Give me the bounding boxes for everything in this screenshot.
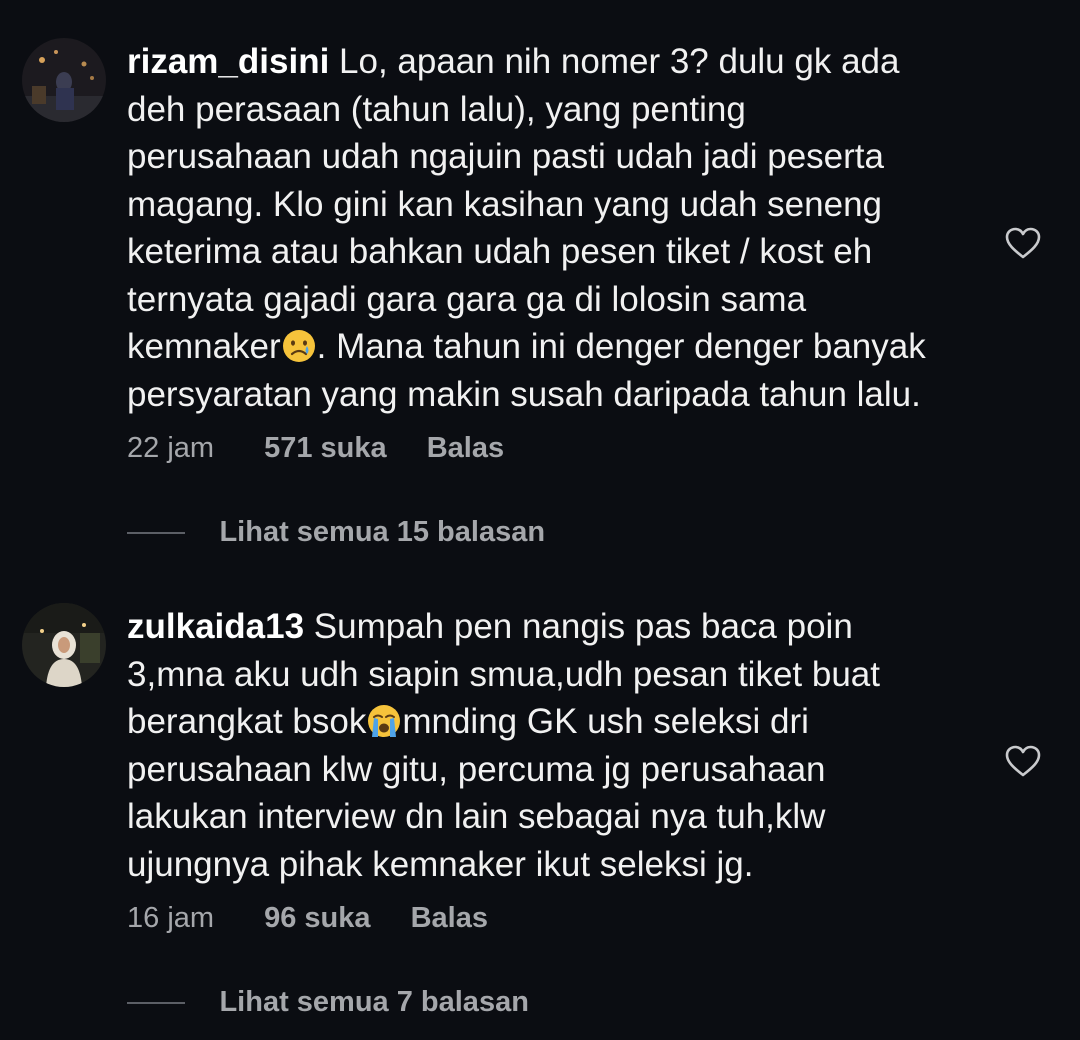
view-replies-button[interactable]: Lihat semua 7 balasan [127, 986, 529, 1026]
divider-line [127, 1001, 185, 1004]
divider-line [127, 531, 185, 534]
view-replies-button[interactable]: Lihat semua 15 balasan [127, 516, 545, 556]
username[interactable]: zulkaida13 [127, 607, 304, 646]
comment-text: ujungnya pihak kemnaker ikut seleksi jg. [127, 844, 754, 884]
comment-text: . Mana tahun ini denger denger banyak [316, 327, 926, 366]
likes-count[interactable]: 96 suka [264, 902, 370, 935]
view-replies-label: Lihat semua 15 balasan [219, 516, 546, 548]
comment-text: mnding GK ush seleksi dri [402, 702, 809, 741]
like-heart-icon[interactable] [1004, 226, 1042, 260]
comment-meta: 22 jam 571 suka Balas [127, 432, 504, 465]
comment-text: perusahaan klw gitu, percuma jg perusaha… [127, 749, 826, 789]
likes-count[interactable]: 571 suka [264, 432, 387, 465]
comment-text: Sumpah pen nangis pas baca poin [313, 607, 853, 646]
timestamp: 16 jam [127, 902, 215, 934]
reply-button[interactable]: Balas [427, 432, 504, 465]
comment-body: zulkaida13 Sumpah pen nangis pas baca po… [127, 603, 987, 888]
avatar[interactable] [22, 603, 106, 687]
avatar[interactable] [22, 38, 106, 122]
like-heart-icon[interactable] [1004, 744, 1042, 778]
reply-button[interactable]: Balas [411, 902, 488, 935]
comment-text: Lo, apaan nih nomer 3? dulu gk ada [339, 42, 900, 81]
comment-text: kemnaker [127, 327, 281, 366]
timestamp: 22 jam [127, 432, 215, 464]
username[interactable]: rizam_disini [127, 42, 329, 81]
comment-text: keterima atau bahkan udah pesen tiket / … [127, 232, 873, 271]
comment-body: rizam_disini Lo, apaan nih nomer 3? dulu… [127, 38, 987, 418]
comment-text: ternyata gajadi gara gara ga di lolosin … [127, 279, 807, 319]
comment-text: lakukan interview dn lain sebagai nya tu… [127, 797, 826, 836]
comment-text: persyaratan yang makin susah daripada ta… [127, 374, 921, 414]
crying-face-emoji [281, 328, 317, 364]
comment-meta: 16 jam 96 suka Balas [127, 902, 488, 935]
comment-text: 3,mna aku udh siapin smua,udh pesan tike… [127, 654, 880, 694]
comment-text: perusahaan udah ngajuin pasti udah jadi … [127, 137, 884, 176]
comment-text: deh perasaan (tahun lalu), yang penting [127, 89, 746, 129]
comment-text: magang. Klo gini kan kasihan yang udah s… [127, 184, 882, 224]
comment-text: berangkat bsok [127, 702, 367, 741]
view-replies-label: Lihat semua 7 balasan [219, 986, 529, 1018]
loudly-crying-face-emoji [366, 703, 402, 739]
